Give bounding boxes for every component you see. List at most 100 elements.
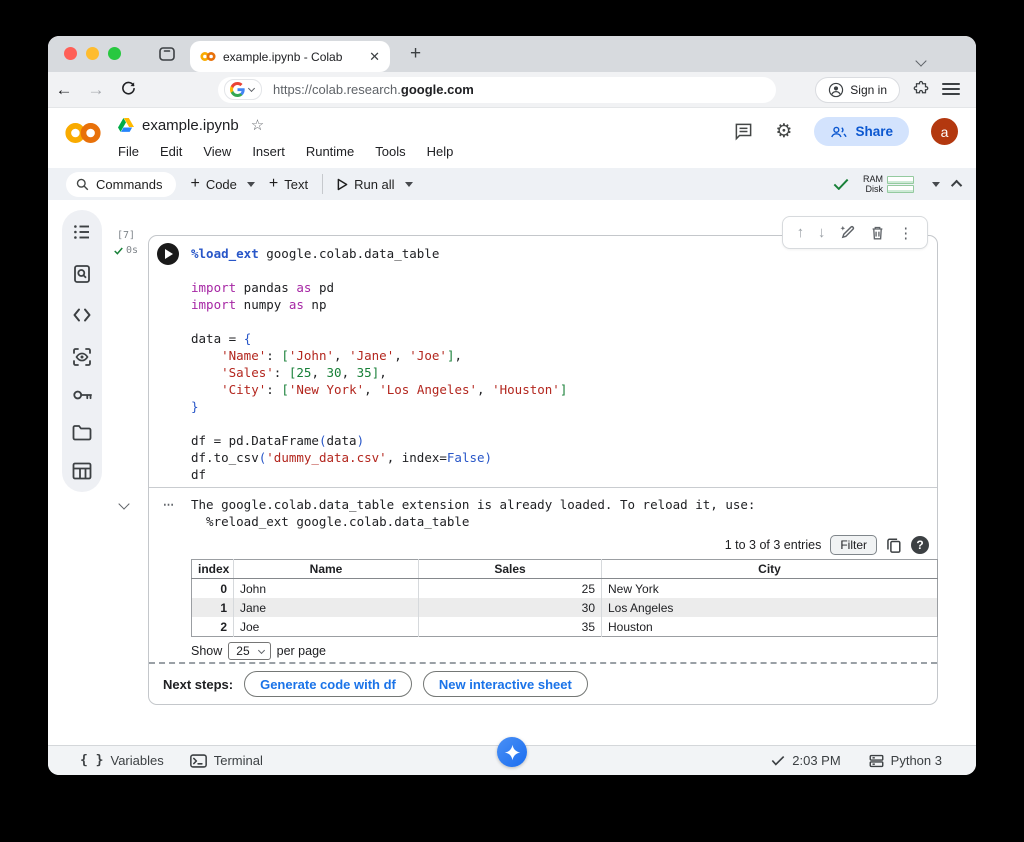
colab-logo[interactable]	[64, 121, 102, 150]
code-line: df = pd.DataFrame(data)	[191, 433, 365, 448]
code-snippets-icon[interactable]	[72, 305, 92, 325]
tab-search-chevron-icon[interactable]	[915, 52, 928, 67]
forward-button[interactable]: →	[80, 80, 112, 100]
new-interactive-sheet-button[interactable]: New interactive sheet	[422, 671, 588, 697]
search-engine-chip[interactable]	[224, 79, 262, 100]
colab-header: example.ipynb ☆ File Edit View Insert Runtim…	[48, 108, 976, 168]
disk-usage-bar	[887, 184, 914, 193]
menu-item-insert[interactable]: Insert	[252, 144, 285, 159]
select-chevron-icon	[257, 646, 265, 655]
menu-bar: File Edit View Insert Runtime Tools Help	[118, 144, 453, 159]
code-line: data = {	[191, 331, 252, 346]
data-table-icon[interactable]	[72, 462, 92, 480]
files-folder-icon[interactable]	[72, 424, 92, 441]
commands-button[interactable]: Commands	[66, 171, 177, 197]
sign-in-button[interactable]: Sign in	[815, 76, 900, 103]
table-row[interactable]: 1 Jane 30 Los Angeles	[191, 598, 938, 617]
menu-item-runtime[interactable]: Runtime	[306, 144, 354, 159]
gemini-button[interactable]	[497, 737, 527, 767]
comments-icon[interactable]	[734, 122, 753, 141]
tab-strip: example.ipynb - Colab ✕ +	[48, 36, 976, 72]
close-window-button[interactable]	[64, 47, 77, 60]
add-code-dropdown-icon[interactable]	[246, 181, 255, 187]
run-cell-button[interactable]	[157, 243, 179, 265]
google-g-icon	[230, 82, 245, 97]
table-cell: 25	[418, 578, 602, 598]
ram-usage-bar	[887, 175, 914, 184]
back-button[interactable]: ←	[48, 80, 80, 100]
next-steps-label: Next steps:	[163, 676, 234, 692]
table-cell: Los Angeles	[601, 598, 938, 617]
column-header-sales[interactable]: Sales	[418, 559, 602, 579]
table-body: 0 John 25 New York 1 Jane 30 Los Angeles 2 Joe 35 H…	[191, 578, 938, 637]
generate-code-with-df-button[interactable]: Generate code with df	[244, 671, 412, 697]
plus-icon: +	[190, 175, 200, 192]
executed-check-icon	[114, 247, 123, 255]
menu-item-edit[interactable]: Edit	[160, 144, 182, 159]
collapse-toolbar-icon[interactable]	[950, 179, 963, 192]
page-size-select[interactable]: 25	[228, 642, 271, 660]
run-all-button[interactable]: Run all	[337, 177, 413, 192]
execution-info: [7] 0s	[104, 230, 148, 256]
table-of-contents-icon[interactable]	[72, 222, 92, 242]
disk-label: Disk	[865, 184, 884, 194]
code-line: }	[191, 399, 199, 414]
resources-indicator[interactable]: RAM Disk	[863, 174, 914, 194]
table-cell: 35	[418, 617, 602, 637]
collapse-output-icon[interactable]	[118, 495, 132, 510]
settings-gear-icon[interactable]: ⚙	[775, 120, 792, 143]
tab-close-icon[interactable]: ✕	[369, 49, 380, 65]
add-code-button[interactable]: + Code	[190, 175, 255, 193]
secrets-key-icon[interactable]	[72, 388, 93, 402]
run-all-dropdown-icon[interactable]	[404, 181, 413, 187]
menu-item-view[interactable]: View	[203, 144, 231, 159]
terminal-button[interactable]: Terminal	[189, 753, 263, 768]
table-cell: 2	[220, 619, 227, 634]
gemini-spark-icon	[504, 744, 520, 760]
column-header-city[interactable]: City	[601, 559, 938, 579]
find-and-replace-icon[interactable]	[72, 264, 92, 284]
table-cell: Jane	[233, 598, 419, 617]
table-row[interactable]: 2 Joe 35 Houston	[192, 617, 938, 637]
drive-icon	[118, 118, 134, 132]
toolbar-divider	[322, 174, 324, 194]
output-line: %reload_ext google.colab.data_table	[191, 514, 470, 529]
share-button[interactable]: Share	[814, 117, 909, 146]
new-tab-button[interactable]: +	[410, 43, 421, 65]
table-row[interactable]: 0 John 25 New York	[192, 578, 938, 598]
code-editor[interactable]: %load_ext google.colab.data_table import…	[149, 236, 937, 488]
menu-item-help[interactable]: Help	[427, 144, 454, 159]
notebook-filename[interactable]: example.ipynb	[142, 117, 239, 134]
tab-overview-icon[interactable]	[158, 45, 176, 63]
copy-table-icon[interactable]	[886, 537, 902, 554]
colab-favicon	[200, 52, 216, 61]
play-outline-icon	[337, 178, 348, 190]
column-header-index[interactable]: index	[191, 559, 234, 579]
table-cell: 0	[220, 581, 227, 596]
minimize-window-button[interactable]	[86, 47, 99, 60]
variables-button[interactable]: { } Variables	[80, 753, 164, 768]
kernel-selector[interactable]: Python 3	[869, 753, 942, 768]
dataframe-table[interactable]: index Name Sales City 0 John 25 New York 1 Jane 3…	[191, 559, 938, 637]
column-header-name[interactable]: Name	[233, 559, 419, 579]
notebook-toolbar: Commands + Code + Text Run all RAM Disk	[48, 168, 976, 200]
menu-item-file[interactable]: File	[118, 144, 139, 159]
browser-menu-icon[interactable]	[942, 81, 960, 97]
resources-dropdown-icon[interactable]	[932, 181, 940, 187]
avatar[interactable]: a	[931, 118, 958, 145]
variable-inspector-icon[interactable]	[72, 347, 92, 367]
help-icon[interactable]: ?	[911, 536, 929, 554]
filter-button[interactable]: Filter	[830, 535, 877, 555]
table-cell: New York	[601, 578, 938, 598]
extensions-icon[interactable]	[912, 80, 930, 98]
browser-tab[interactable]: example.ipynb - Colab ✕	[190, 41, 390, 72]
menu-item-tools[interactable]: Tools	[375, 144, 405, 159]
zoom-window-button[interactable]	[108, 47, 121, 60]
reload-button[interactable]	[112, 80, 144, 100]
star-icon[interactable]: ☆	[251, 116, 264, 134]
url-field[interactable]: https://colab.research.google.com	[218, 76, 776, 103]
output-menu-icon[interactable]: ⋯	[163, 498, 175, 511]
add-text-button[interactable]: + Text	[269, 175, 308, 193]
